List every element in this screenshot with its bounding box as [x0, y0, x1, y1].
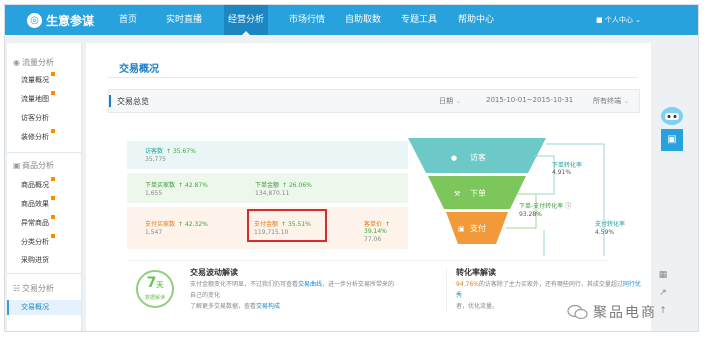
sidebar-section-traffic[interactable]: ◉ 流量分析 [13, 57, 54, 68]
funnel-label-orders: 下单 [470, 188, 486, 198]
cart-icon: ☵ [13, 284, 21, 293]
arrow-up-icon: ↑ [385, 221, 391, 228]
app-window: ◎ 生意参谋 首页 实时直播 经营分析 市场行情 自助取数 专题工具 帮助中心 … [4, 4, 699, 332]
terminal-select[interactable]: 所有终端 ⌄ [593, 96, 629, 106]
logo-icon: ◎ [27, 12, 42, 28]
funnel-row-orders: 下单买家数 ↑ 42.87% 1,655 下单金额 ↑ 26.06% 134,870… [127, 173, 408, 203]
box-icon: ▣ [13, 161, 21, 170]
sidebar-divider [7, 273, 81, 274]
trade-composition-link[interactable]: 交易构成 [256, 303, 280, 310]
section-header: 交易总览 日期 ⌄ 2015-10-01~2015-10-31 所有终端 ⌄ [108, 89, 640, 113]
feedback-button[interactable]: ▣ [661, 129, 683, 151]
sidebar-item-traffic-overview[interactable]: 流量概况 [21, 72, 55, 85]
watermark-text: 聚品电商 [593, 305, 657, 321]
sidebar: ◉ 流量分析 流量概况 流量地图 访客分析 装修分析 ▣商品分析 商品概况 商品效… [7, 43, 82, 331]
sidebar-divider [7, 152, 81, 153]
nav-home[interactable]: 首页 [115, 5, 141, 35]
highlight-box [247, 209, 327, 242]
new-flag-icon [51, 215, 55, 219]
card-divider [127, 260, 607, 261]
user-label: 个人中心 [604, 16, 633, 24]
order-conversion-value: 4.91% [552, 169, 572, 176]
sidebar-section-product[interactable]: ▣商品分析 [13, 160, 54, 171]
section-title: 交易总览 [117, 97, 149, 106]
back-to-top-icon[interactable]: ↑ [656, 304, 670, 318]
arrow-up-icon: ↑ [178, 221, 184, 228]
watermark: 聚品电商 [567, 299, 657, 325]
sidebar-item-traffic-map[interactable]: 流量地图 [21, 91, 55, 104]
wallet-icon: ▣ [458, 225, 465, 233]
metric-visitors[interactable]: 访客数 ↑ 35.67% 35,775 [145, 146, 196, 163]
trend-card-title: 交易波动解读 [190, 268, 238, 277]
chevron-down-icon: ⌄ [624, 98, 630, 105]
metric-order-amount[interactable]: 下单金额 ↑ 26.06% 134,870.11 [255, 180, 312, 197]
date-range-picker[interactable]: 2015-10-01~2015-10-31 [486, 96, 573, 104]
assistant-robot-icon[interactable] [659, 104, 685, 128]
metric-pay-buyers[interactable]: 支付买家数 ↑ 42.32% 1,547 [145, 219, 208, 236]
funnel-row-visitors: 访客数 ↑ 35.67% 35,775 [127, 141, 408, 169]
nav-operation-analysis[interactable]: 经营分析 [224, 5, 269, 35]
date-type-select[interactable]: 日期 ⌄ [439, 96, 461, 106]
sidebar-item-decoration-analysis[interactable]: 装修分析 [21, 129, 55, 142]
top-nav: ◎ 生意参谋 首页 实时直播 经营分析 市场行情 自助取数 专题工具 帮助中心 … [5, 5, 698, 35]
order-pay-conversion-value: 93.28% [519, 211, 542, 218]
trend-card-text: 支付金额变化不明显，不过我们仍可查看交易曲线，进一步分析交易所带来的 自己的变化… [190, 281, 395, 310]
new-flag-icon [51, 234, 55, 238]
chat-icon: ▣ [667, 134, 677, 145]
info-icon: ⓘ [563, 203, 572, 210]
pay-conversion-label: 支付转化率 [595, 221, 626, 228]
conversion-funnel: 访客 下单 支付 ● ⚒ ▣ [408, 138, 605, 256]
sidebar-item-abnormal-product[interactable]: 异常商品 [21, 215, 55, 228]
sidebar-item-transaction-overview[interactable]: 交易概况 [7, 300, 81, 315]
sidebar-item-product-overview[interactable]: 商品概况 [21, 177, 55, 190]
user-icon: ■ [596, 16, 603, 24]
order-conversion-label: 下单转化率 [552, 162, 583, 169]
chevron-down-icon: ⌄ [456, 98, 462, 105]
metric-unit-price[interactable]: 客单价 ↑ 39.14% 77.06 [364, 219, 408, 243]
nav-market[interactable]: 市场行情 [285, 5, 329, 35]
brand-name: 生意参谋 [46, 13, 95, 28]
qr-code-icon[interactable]: ▦ [656, 268, 670, 282]
sidebar-item-category-analysis[interactable]: 分类分析 [21, 234, 55, 247]
nav-self-service[interactable]: 自助取数 [341, 5, 385, 35]
new-flag-icon [51, 129, 55, 133]
new-flag-icon [51, 91, 55, 95]
page-title: 交易概况 [119, 64, 159, 75]
arrow-up-icon: ↑ [178, 182, 184, 189]
sidebar-section-transaction[interactable]: ☵ 交易分析 [13, 283, 54, 294]
metric-order-buyers[interactable]: 下单买家数 ↑ 42.87% 1,655 [145, 180, 208, 197]
arrow-up-icon: ↑ [282, 182, 288, 189]
funnel-label-payments: 支付 [470, 223, 486, 233]
conv-card-title: 转化率解读 [456, 268, 496, 277]
trend-curve-link[interactable]: 交易曲线 [298, 281, 322, 288]
hammer-icon: ⚒ [454, 190, 460, 198]
brand-logo[interactable]: ◎ 生意参谋 [27, 12, 94, 28]
section-marker [109, 95, 111, 107]
wechat-icon [567, 304, 588, 320]
sidebar-item-product-effect[interactable]: 商品效果 [21, 196, 55, 209]
card-separator [446, 268, 447, 313]
share-icon[interactable]: ↗ [656, 286, 670, 300]
trend-badge: 7天 数据解读 [136, 270, 174, 308]
person-icon: ● [451, 154, 457, 162]
sidebar-item-visitor-analysis[interactable]: 访客分析 [21, 113, 49, 123]
chevron-down-icon: ⌄ [635, 16, 641, 24]
nav-realtime[interactable]: 实时直播 [162, 5, 206, 35]
user-menu[interactable]: ■ 个人中心 ⌄ [596, 5, 641, 35]
new-flag-icon [51, 177, 55, 181]
new-flag-icon [51, 72, 55, 76]
new-flag-icon [51, 196, 55, 200]
main-content: 交易概况 交易总览 日期 ⌄ 2015-10-01~2015-10-31 所有终端… [86, 43, 651, 331]
title-divider [108, 77, 638, 78]
eye-icon: ◉ [13, 58, 20, 67]
funnel-label-visitors: 访客 [470, 152, 486, 162]
nav-help[interactable]: 帮助中心 [454, 5, 498, 35]
pay-conversion-value: 4.59% [595, 229, 615, 236]
order-pay-conversion-label: 下单-支付转化率 ⓘ [519, 203, 572, 210]
arrow-up-icon: ↑ [166, 148, 172, 155]
nav-tools[interactable]: 专题工具 [397, 5, 441, 35]
sidebar-item-purchasing[interactable]: 采购进货 [21, 255, 49, 265]
